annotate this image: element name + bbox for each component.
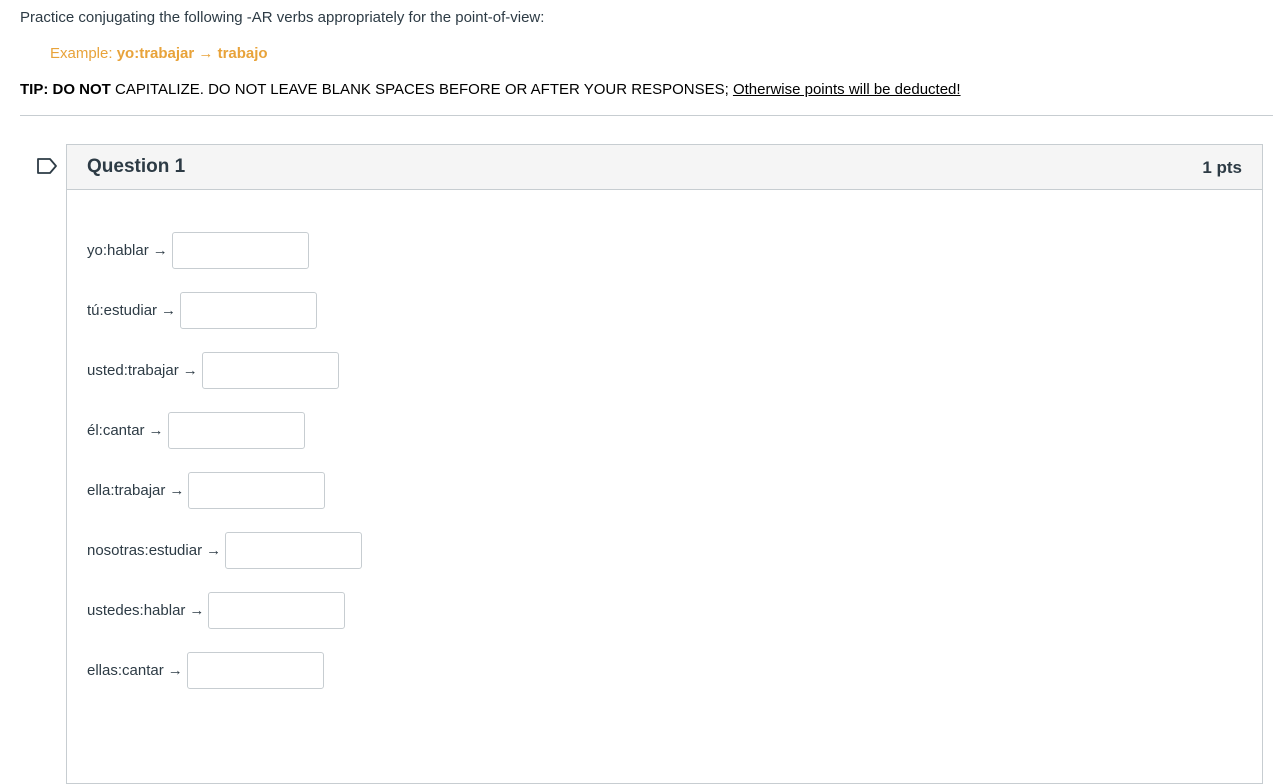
answer-input[interactable] (186, 651, 324, 689)
instructions-intro: Practice conjugating the following -AR v… (20, 9, 545, 26)
arrow-icon: → (148, 421, 164, 439)
answer-input[interactable] (171, 231, 309, 269)
question-points: 1 pts (1202, 158, 1242, 177)
verb-prompt: ustedes:hablar (87, 601, 186, 619)
tip-text: CAPITALIZE. DO NOT LEAVE BLANK SPACES BE… (110, 81, 729, 98)
arrow-icon: → (161, 301, 177, 319)
question-row: yo:hablar → (87, 231, 362, 269)
answer-input[interactable] (188, 471, 326, 509)
answer-input[interactable] (225, 531, 363, 569)
arrow-icon: → (182, 361, 198, 379)
divider (20, 115, 1273, 116)
verb-prompt: nosotras:estudiar (87, 541, 203, 559)
arrow-icon: → (167, 661, 183, 679)
question-row: ella:trabajar → (87, 471, 362, 509)
tip-line: TIP: DO NOT CAPITALIZE. DO NOT LEAVE BLA… (20, 81, 961, 98)
verb-prompt: él:cantar (87, 421, 145, 439)
verb-prompt: yo:hablar (87, 241, 149, 259)
question-card: Question 1 1 pts yo:hablar → tú:estudiar → u… (66, 144, 1263, 784)
arrow-icon: → (152, 241, 168, 259)
verb-prompt: usted:trabajar (87, 361, 179, 379)
question-title: Question 1 (87, 156, 186, 177)
question-row: ustedes:hablar → (87, 591, 362, 629)
arrow-icon: → (206, 541, 222, 559)
example-prompt: yo:trabajar (116, 45, 195, 62)
answer-input[interactable] (180, 291, 318, 329)
example-prefix: Example: (50, 45, 117, 62)
answer-input[interactable] (208, 591, 346, 629)
arrow-icon: → (189, 601, 205, 619)
example-answer: trabajo (217, 45, 268, 62)
example-line: Example: yo:trabajar → trabajo (50, 45, 268, 62)
answer-input[interactable] (201, 351, 339, 389)
question-body: yo:hablar → tú:estudiar → usted:trabajar → él:… (87, 231, 363, 711)
verb-prompt: tú:estudiar (87, 301, 158, 319)
verb-prompt: ellas:cantar (87, 661, 164, 679)
question-row: tú:estudiar → (87, 291, 362, 329)
question-row: él:cantar → (87, 411, 362, 449)
question-header: Question 1 1 pts (67, 145, 1262, 190)
verb-prompt: ella:trabajar (87, 481, 166, 499)
flag-icon[interactable] (36, 157, 58, 175)
question-row: ellas:cantar → (87, 651, 362, 689)
arrow-icon: → (169, 481, 185, 499)
example-arrow: → (194, 45, 218, 62)
question-row: usted:trabajar → (87, 351, 362, 389)
tip-bold: TIP: DO NOT (20, 81, 111, 98)
tip-warning: Otherwise points will be deducted! (732, 81, 961, 98)
answer-input[interactable] (167, 411, 305, 449)
question-row: nosotras:estudiar → (87, 531, 363, 569)
